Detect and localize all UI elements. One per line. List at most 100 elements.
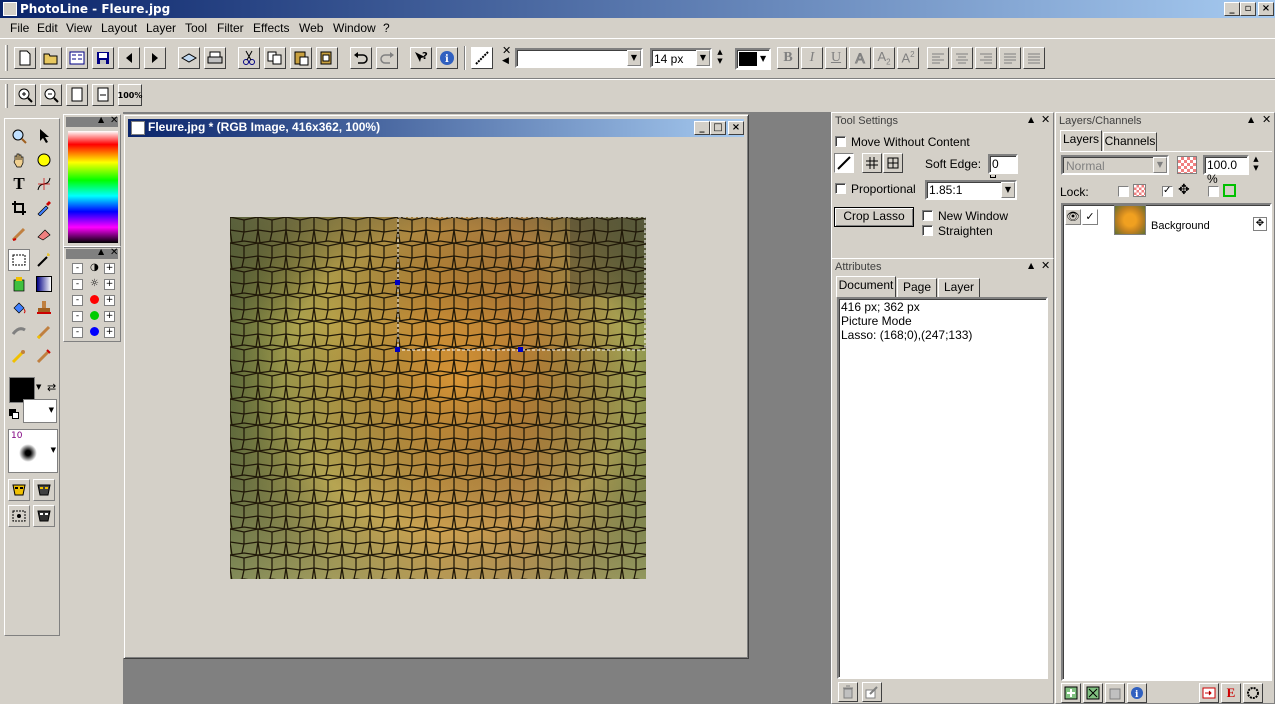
menu-web[interactable]: Web bbox=[299, 21, 323, 35]
eraser-tool-icon[interactable] bbox=[33, 223, 55, 245]
close-icon[interactable]: ✕ bbox=[110, 115, 118, 126]
copy-button[interactable] bbox=[264, 47, 286, 69]
lock-pixels-checkbox[interactable] bbox=[1208, 186, 1219, 197]
layer-options-icon[interactable]: ✥ bbox=[1253, 217, 1267, 231]
text-tool-icon[interactable]: T bbox=[8, 173, 30, 195]
doc-close-button[interactable]: × bbox=[728, 121, 744, 135]
zoom-out-button[interactable] bbox=[40, 84, 62, 106]
edit-icon[interactable] bbox=[862, 682, 882, 702]
outline-button[interactable]: A bbox=[849, 47, 871, 69]
align-center-button[interactable] bbox=[951, 47, 973, 69]
minus-button[interactable]: - bbox=[72, 311, 83, 322]
arrow-up-icon[interactable]: ▲ bbox=[1028, 261, 1034, 270]
slider-handle-icon[interactable] bbox=[990, 175, 996, 178]
minimize-button[interactable]: _ bbox=[1224, 2, 1240, 16]
soft-edge-input[interactable]: 0 bbox=[988, 154, 1018, 174]
proportional-checkbox[interactable] bbox=[835, 183, 846, 194]
new-window-checkbox[interactable] bbox=[922, 210, 933, 221]
plus-button[interactable]: + bbox=[104, 263, 115, 274]
grid-add-mode-button[interactable] bbox=[883, 153, 903, 173]
close-icon[interactable]: ✕ bbox=[1262, 113, 1271, 126]
eyedropper-tool-icon[interactable] bbox=[33, 197, 55, 219]
plus-button[interactable]: + bbox=[104, 295, 115, 306]
new-layer-icon[interactable] bbox=[1061, 683, 1081, 703]
tab-document[interactable]: Document bbox=[836, 276, 896, 297]
justify-all-button[interactable] bbox=[1023, 47, 1045, 69]
lock-position-checkbox[interactable]: ✓ bbox=[1162, 186, 1173, 197]
magic-wand-tool-icon[interactable] bbox=[33, 249, 55, 271]
close-icon[interactable]: ✕ bbox=[110, 247, 118, 258]
layer-info-icon[interactable]: i bbox=[1127, 683, 1147, 703]
undo-button[interactable] bbox=[350, 47, 372, 69]
stamp-tool-icon[interactable] bbox=[33, 297, 55, 319]
plus-button[interactable]: + bbox=[104, 311, 115, 322]
fill-tool-icon[interactable] bbox=[8, 273, 30, 295]
close-icon[interactable]: ✕ bbox=[1041, 259, 1050, 272]
arrow-up-icon[interactable]: ▲ bbox=[98, 115, 104, 124]
opacity-spinner[interactable]: ▲ ▼ bbox=[1249, 155, 1263, 175]
align-left-button[interactable] bbox=[927, 47, 949, 69]
sharpen-tool-icon[interactable] bbox=[33, 321, 55, 343]
browse-button[interactable] bbox=[66, 47, 88, 69]
ratio-select[interactable]: 1.85:1 ▼ bbox=[925, 180, 1017, 200]
arrow-left-icon[interactable]: ◀ bbox=[502, 56, 509, 66]
menu-tool[interactable]: Tool bbox=[185, 21, 207, 35]
minus-button[interactable]: - bbox=[72, 263, 83, 274]
font-size-spinner[interactable]: ▲ ▼ bbox=[713, 48, 727, 68]
line-mode-button[interactable] bbox=[834, 153, 854, 173]
new-button[interactable] bbox=[14, 47, 36, 69]
layers-icon-button[interactable] bbox=[178, 47, 200, 69]
minus-button[interactable]: - bbox=[72, 327, 83, 338]
default-colors-icon[interactable] bbox=[9, 409, 19, 419]
fit-width-button[interactable] bbox=[92, 84, 114, 106]
transparency-icon[interactable] bbox=[1177, 156, 1197, 174]
mask-edit-icon[interactable] bbox=[33, 479, 55, 501]
menu-filter[interactable]: Filter bbox=[217, 21, 244, 35]
plus-button[interactable]: + bbox=[104, 327, 115, 338]
image-canvas[interactable] bbox=[230, 217, 646, 579]
doc-maximize-button[interactable]: □ bbox=[710, 121, 726, 135]
menu-edit[interactable]: Edit bbox=[37, 21, 58, 35]
italic-button[interactable]: I bbox=[801, 47, 823, 69]
chevron-down-icon[interactable]: ▼ bbox=[696, 50, 710, 66]
swap-colors-icon[interactable]: ⇄ bbox=[47, 381, 56, 394]
font-name-select[interactable]: ▼ bbox=[515, 48, 643, 68]
whats-this-button[interactable]: ? bbox=[410, 47, 432, 69]
effects-icon[interactable]: E bbox=[1221, 683, 1241, 703]
tab-layers[interactable]: Layers bbox=[1060, 130, 1102, 151]
crop-lasso-button[interactable]: Crop Lasso bbox=[834, 207, 914, 227]
straighten-checkbox[interactable] bbox=[922, 225, 933, 236]
bezier-tool-icon[interactable] bbox=[33, 173, 55, 195]
selection-handle[interactable] bbox=[518, 347, 523, 352]
chevron-down-icon[interactable]: ▼ bbox=[627, 50, 641, 66]
delete-layer-icon[interactable] bbox=[1105, 683, 1125, 703]
dodge-tool-icon[interactable] bbox=[8, 345, 30, 367]
bold-button[interactable]: B bbox=[777, 47, 799, 69]
cut-button[interactable] bbox=[238, 47, 260, 69]
menu-layout[interactable]: Layout bbox=[101, 21, 137, 35]
restore-button[interactable]: ▫ bbox=[1240, 2, 1256, 16]
tab-page[interactable]: Page bbox=[897, 278, 937, 297]
brush-tool-icon[interactable] bbox=[8, 223, 30, 245]
align-right-button[interactable] bbox=[975, 47, 997, 69]
tab-channels[interactable]: Channels bbox=[1103, 132, 1157, 151]
superscript-button[interactable]: A2 bbox=[897, 47, 919, 69]
background-color-swatch[interactable]: ▼ bbox=[23, 399, 57, 423]
font-size-select[interactable]: 14 px ▼ bbox=[650, 48, 712, 68]
selection-handle[interactable] bbox=[395, 280, 400, 285]
zoom-tool-icon[interactable] bbox=[8, 125, 30, 147]
move-without-content-checkbox[interactable] bbox=[835, 136, 846, 147]
paste-new-button[interactable] bbox=[316, 47, 338, 69]
arrow-up-icon[interactable]: ▲ bbox=[98, 247, 104, 256]
menu-file[interactable]: File bbox=[10, 21, 29, 35]
plus-button[interactable]: + bbox=[104, 279, 115, 290]
line-style-button[interactable] bbox=[471, 47, 493, 69]
ellipse-tool-icon[interactable] bbox=[33, 149, 55, 171]
visibility-eye-icon[interactable]: 👁 bbox=[1065, 209, 1081, 225]
menu-view[interactable]: View bbox=[66, 21, 92, 35]
justify-button[interactable] bbox=[999, 47, 1021, 69]
arrow-up-icon[interactable]: ▲ bbox=[1248, 115, 1254, 124]
crop-tool-icon[interactable] bbox=[8, 197, 30, 219]
selection-mask-icon[interactable] bbox=[8, 505, 30, 527]
burn-tool-icon[interactable] bbox=[33, 345, 55, 367]
